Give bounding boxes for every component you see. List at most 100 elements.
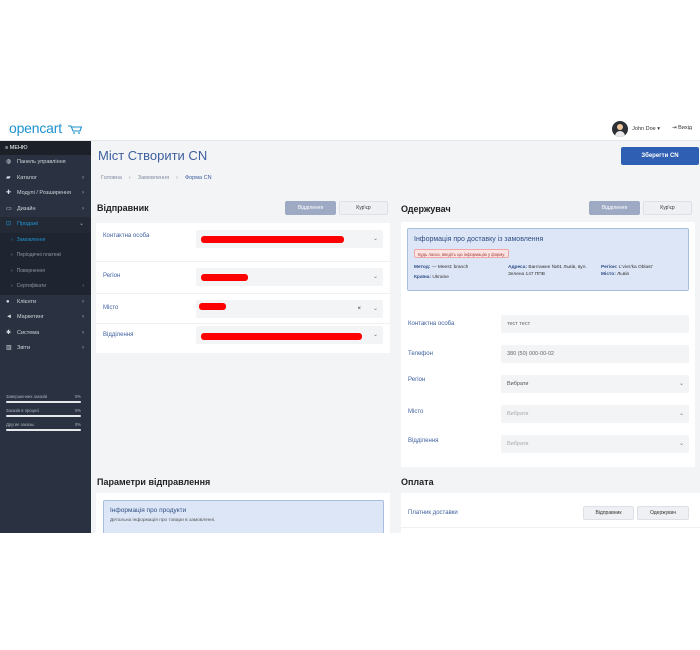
field-label: Регіон — [103, 273, 121, 279]
field-label: Контактна особа — [408, 321, 455, 327]
opencart-logo[interactable]: opencart — [9, 120, 82, 137]
clear-icon[interactable]: × — [357, 300, 361, 318]
chevron-down-icon: ⌄ — [678, 441, 684, 447]
receiver-branch-select[interactable]: Вибрати ⌄ — [501, 435, 689, 453]
tag-icon: ▰ — [6, 174, 11, 181]
share-icon: ◄ — [6, 314, 12, 321]
sender-region-select[interactable]: ⌄ — [196, 268, 383, 286]
sender-branch-select[interactable]: ⌄ — [196, 326, 383, 344]
top-header: opencart John Doe ▾ ⇥ Вихід — [0, 117, 700, 141]
sidebar: ≡ МЕНЮ ◍ Панель управління ▰ Каталог › ✚ Мод… — [0, 141, 91, 533]
sidebar-item-dashboard[interactable]: ◍ Панель управління — [0, 155, 91, 171]
sender-region-row: Регіон ⌄ — [96, 261, 390, 291]
app-window: opencart John Doe ▾ ⇥ Вихід ≡ МЕНЮ ◍ Пане… — [0, 117, 700, 533]
receiver-heading: Одержувач — [401, 204, 451, 214]
sidebar-item-extensions[interactable]: ✚ Модулі / Розширення › — [0, 186, 91, 202]
redaction-mark — [201, 333, 362, 340]
chevron-down-icon: ⌄ — [78, 221, 84, 228]
redaction-mark — [199, 303, 226, 310]
sidebar-item-label: Каталог — [17, 174, 37, 181]
sender-delivery-type: Відділення Кур'єр — [285, 201, 388, 215]
method-value: — Meest: branch — [431, 265, 469, 270]
cart-icon: ⊡ — [6, 221, 12, 228]
user-menu[interactable]: John Doe ▾ — [612, 120, 660, 138]
receiver-contact-input[interactable]: тест тест — [501, 315, 689, 333]
field-label: Контактна особа — [103, 233, 150, 239]
sidebar-item-reports[interactable]: ▥ Звіти › — [0, 341, 91, 357]
receiver-city-row: Місто Вибрати ⌄ — [401, 405, 695, 435]
avatar — [612, 121, 629, 137]
sidebar-item-design[interactable]: ▭ Дизайн › — [0, 202, 91, 218]
divider — [401, 527, 700, 528]
receiver-tab-branch[interactable]: Відділення — [589, 201, 640, 215]
product-info: Інформація про продукти Детальна інформа… — [103, 500, 384, 533]
order-stats: Завершенних заказів 0% Заказів в процесі 0… — [6, 394, 81, 436]
sidebar-subitem-vouchers[interactable]: › Сертифікати › — [0, 279, 91, 294]
sidebar-item-label: Система — [17, 329, 40, 336]
params-heading: Параметри відправлення — [97, 477, 211, 487]
sidebar-item-label: Маркетинг — [17, 314, 44, 321]
sender-heading: Відправник — [97, 203, 149, 213]
receiver-tab-courier[interactable]: Кур'єр — [643, 201, 692, 215]
breadcrumb-current: Форма CN — [184, 175, 212, 181]
logout-link[interactable]: ⇥ Вихід — [672, 125, 692, 131]
receiver-branch-row: Відділення Вибрати ⌄ — [401, 435, 695, 465]
sender-contact-select[interactable]: ⌄ — [196, 230, 383, 248]
payer-label: Платник доставки — [408, 510, 458, 516]
field-label: Місто — [103, 305, 119, 311]
sidebar-subitem-recurring[interactable]: › Періодичні платежі — [0, 248, 91, 263]
breadcrumb-orders[interactable]: Замовлення — [138, 175, 169, 181]
sidebar-item-catalog[interactable]: ▰ Каталог › — [0, 171, 91, 187]
info-address: Адреса: Вантажне №01 Львів, вул. Зелена … — [508, 265, 598, 278]
chevron-down-icon: ⌄ — [372, 332, 378, 338]
payer-sender-button[interactable]: Відправник — [583, 506, 634, 520]
sidebar-item-label: Модулі / Розширення — [17, 190, 72, 197]
payment-card: Платник доставки Відправник Одержувач — [401, 493, 700, 533]
subitem-label: Повернення — [16, 267, 45, 274]
sender-tab-branch[interactable]: Відділення — [285, 201, 336, 215]
sidebar-item-customers[interactable]: ● Клієнти › — [0, 295, 91, 311]
sender-city-select[interactable]: × ⌄ — [196, 300, 383, 318]
redaction-mark — [201, 274, 248, 281]
stat-processing: Заказів в процесі 0% — [6, 408, 81, 417]
receiver-city-select[interactable]: Вибрати ⌄ — [501, 405, 689, 423]
chevron-down-icon: ⌄ — [678, 411, 684, 417]
payment-heading: Оплата — [401, 477, 434, 487]
city-value: Львів — [617, 271, 629, 277]
receiver-region-select[interactable]: Вибрати ⌄ — [501, 375, 689, 393]
sidebar-item-system[interactable]: ✱ Система › — [0, 326, 91, 342]
sender-contact-row: Контактна особа ⌄ — [96, 225, 390, 255]
info-method: Метод: — Meest: branch Країна: Ukraine — [414, 265, 502, 281]
breadcrumb-home[interactable]: Головна — [101, 175, 122, 181]
user-icon: ● — [6, 298, 10, 305]
payer-receiver-button[interactable]: Одержувач — [637, 506, 689, 520]
chevron-down-icon: ⌄ — [372, 274, 378, 280]
sidebar-item-label: Продажі — [17, 221, 39, 228]
sender-branch-row: Відділення ⌄ — [96, 323, 390, 353]
save-cn-button[interactable]: Зберегти CN — [621, 147, 699, 165]
field-label: Регіон — [408, 377, 426, 383]
field-label: Місто — [408, 409, 424, 415]
chevron-right-icon: › — [82, 205, 84, 212]
select-value: Вибрати — [507, 441, 529, 447]
sidebar-subitem-returns[interactable]: › Повернення — [0, 264, 91, 279]
product-info-title: Інформація про продукти — [110, 507, 187, 514]
subitem-label: Замовлення — [16, 236, 46, 243]
sidebar-item-label: Панель управління — [17, 159, 66, 165]
menu-title: ≡ МЕНЮ — [0, 141, 91, 155]
stat-value: 0% — [74, 422, 81, 427]
chevron-down-icon: ⌄ — [372, 236, 378, 242]
sidebar-item-label: Клієнти — [17, 298, 37, 305]
chevron-down-icon: ⌄ — [678, 381, 684, 387]
stat-label: Другие заказы — [6, 422, 34, 427]
receiver-phone-input[interactable]: 380 (50) 000-00-02 — [501, 345, 689, 363]
sender-tab-courier[interactable]: Кур'єр — [339, 201, 388, 215]
sidebar-subitem-orders[interactable]: › Замовлення — [0, 233, 91, 248]
chevron-right-icon: › — [82, 298, 84, 305]
progress-bar — [6, 429, 81, 431]
sidebar-item-marketing[interactable]: ◄ Маркетинг › — [0, 310, 91, 326]
breadcrumb-separator: › — [176, 175, 178, 181]
stat-complete: Завершенних заказів 0% — [6, 394, 81, 403]
region-label: Регіон: — [601, 265, 618, 270]
sidebar-item-sales[interactable]: ⊡ Продажі ⌄ — [0, 217, 91, 233]
